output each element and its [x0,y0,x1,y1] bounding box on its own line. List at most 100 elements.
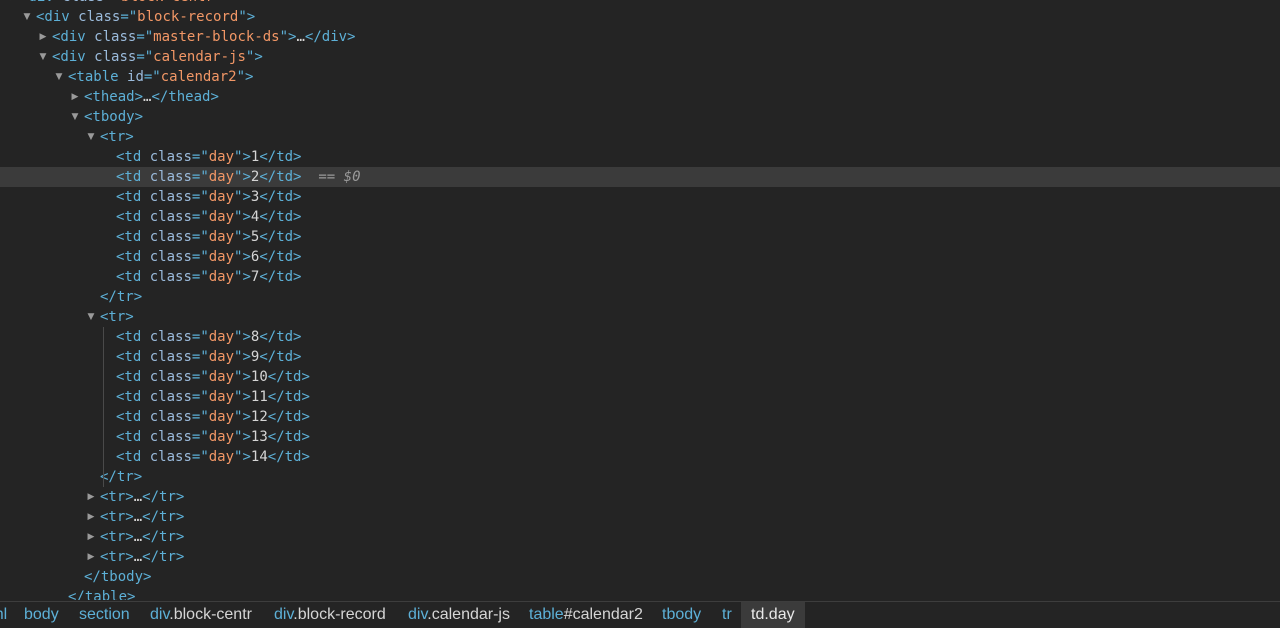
triangle-down-icon[interactable]: ▼ [86,307,96,327]
dom-node-row[interactable]: <td class="day">5</td> [0,227,1280,247]
markup-token: class [149,189,192,205]
dom-node-row[interactable]: <td class="day">14</td> [0,447,1280,467]
markup-token [141,389,149,405]
node-markup: <td class="day">2</td> == $0 [116,167,361,187]
markup-token: class [149,249,192,265]
triangle-right-icon[interactable]: ▶ [38,27,48,47]
triangle-right-icon[interactable]: ▶ [86,547,96,567]
breadcrumb-item[interactable]: section [69,602,140,628]
breadcrumb-item[interactable]: div.block-record [264,602,396,628]
dom-node-row[interactable]: ▼ <tbody> [0,107,1280,127]
markup-token: 14 [250,449,268,465]
markup-token: "> [234,149,251,165]
markup-token: 13 [250,429,268,445]
dom-node-row[interactable]: <td class="day">12</td> [0,407,1280,427]
dom-node-row[interactable]: ▶ <tr>…</tr> [0,547,1280,567]
dom-node-row[interactable]: <td class="day">4</td> [0,207,1280,227]
markup-token [141,409,149,425]
dom-node-row[interactable]: <td class="day">13</td> [0,427,1280,447]
markup-token: class [94,49,137,65]
dom-node-row[interactable]: <td class="day">11</td> [0,387,1280,407]
markup-token: =" [136,49,154,65]
triangle-down-icon[interactable]: ▼ [22,7,32,27]
dom-node-row[interactable]: </tr> [0,467,1280,487]
dom-node-row[interactable]: </tbody> [0,567,1280,587]
breadcrumb-tag: tbody [662,606,702,623]
markup-token: "> [234,249,251,265]
markup-token: =" [191,149,209,165]
markup-token: <tr> [100,129,134,145]
markup-token: 12 [250,409,268,425]
dom-node-row[interactable]: <td class="day">7</td> [0,267,1280,287]
markup-token [141,369,149,385]
dom-tree[interactable]: ▼<div class="block-centr">▼<div class="b… [0,0,1280,600]
node-markup: <tbody> [84,107,143,127]
dom-node-row[interactable]: ▶ <div class="master-block-ds">…</div> [0,27,1280,47]
node-markup: <thead>…</thead> [84,87,219,107]
dom-node-row[interactable]: <td class="day">6</td> [0,247,1280,267]
triangle-right-icon[interactable]: ▶ [70,87,80,107]
triangle-right-icon[interactable]: ▶ [86,487,96,507]
breadcrumb-item[interactable]: tbody [652,602,711,628]
breadcrumb-selector: .calendar-js [427,606,510,623]
markup-token: "> [234,349,251,365]
markup-token: "> [234,409,251,425]
markup-token [141,449,149,465]
markup-token: class [78,9,121,25]
dom-node-row[interactable]: ▼ <tr> [0,127,1280,147]
markup-token: class [149,269,192,285]
markup-token: </tr> [142,509,185,525]
triangle-down-icon[interactable]: ▼ [70,107,80,127]
dom-node-row[interactable]: ▶ <tr>…</tr> [0,487,1280,507]
dom-node-row[interactable]: <td class="day">3</td> [0,187,1280,207]
dom-node-row[interactable]: </table> [0,587,1280,600]
markup-token: class [149,409,192,425]
dom-node-row[interactable]: ▶ <tr>…</tr> [0,507,1280,527]
markup-token: <table [68,69,119,85]
markup-token: "> [234,189,251,205]
markup-token: <tr> [100,309,134,325]
markup-token: =" [191,249,209,265]
node-markup: <div class="block-centr"> [20,0,231,7]
node-markup: <td class="day">4</td> [116,207,302,227]
markup-token: </thead> [151,89,219,105]
markup-token [54,0,62,5]
triangle-down-icon[interactable]: ▼ [86,127,96,147]
triangle-down-icon[interactable]: ▼ [38,47,48,67]
dom-node-row[interactable]: ▼ <div class="calendar-js"> [0,47,1280,67]
dom-node-row[interactable]: <td class="day">9</td> [0,347,1280,367]
dom-node-row[interactable]: ▼ <tr> [0,307,1280,327]
breadcrumb-item[interactable]: tr [712,602,742,628]
markup-token: <td [116,169,142,185]
triangle-down-icon[interactable]: ▼ [6,0,16,7]
dom-node-row-selected[interactable]: <td class="day">2</td> == $0 [0,167,1280,187]
breadcrumb-tag: td [751,606,765,623]
breadcrumb-item[interactable]: div.calendar-js [398,602,520,628]
dom-node-row[interactable]: ▼ <table id="calendar2"> [0,67,1280,87]
breadcrumb-item[interactable]: td.day [741,602,805,628]
breadcrumb-item[interactable]: div.block-centr [140,602,262,628]
markup-token: </div> [304,29,356,45]
dom-node-row[interactable]: ▶ <tr>…</tr> [0,527,1280,547]
dom-node-row[interactable]: <td class="day">8</td> [0,327,1280,347]
markup-token: block-record [137,9,239,25]
triangle-right-icon[interactable]: ▶ [86,507,96,527]
markup-token: </td> [267,389,310,405]
triangle-down-icon[interactable]: ▼ [54,67,64,87]
markup-token: </tr> [100,469,143,485]
node-markup: <td class="day">6</td> [116,247,302,267]
dom-node-row[interactable]: ▶ <thead>…</thead> [0,87,1280,107]
dom-node-row[interactable]: <td class="day">1</td> [0,147,1280,167]
node-markup: <td class="day">12</td> [116,407,310,427]
triangle-right-icon[interactable]: ▶ [86,527,96,547]
markup-token: day [208,409,235,425]
markup-token: "> [236,69,254,85]
dom-node-row[interactable]: ▼ <div class="block-centr"> [0,0,1280,7]
dom-node-row[interactable]: </tr> [0,287,1280,307]
breadcrumb-item[interactable]: table#calendar2 [519,602,653,628]
breadcrumb-item[interactable]: body [14,602,69,628]
dom-node-row[interactable]: ▼ <div class="block-record"> [0,7,1280,27]
markup-token: day [208,169,235,185]
dom-node-row[interactable]: <td class="day">10</td> [0,367,1280,387]
markup-token: =" [191,389,209,405]
